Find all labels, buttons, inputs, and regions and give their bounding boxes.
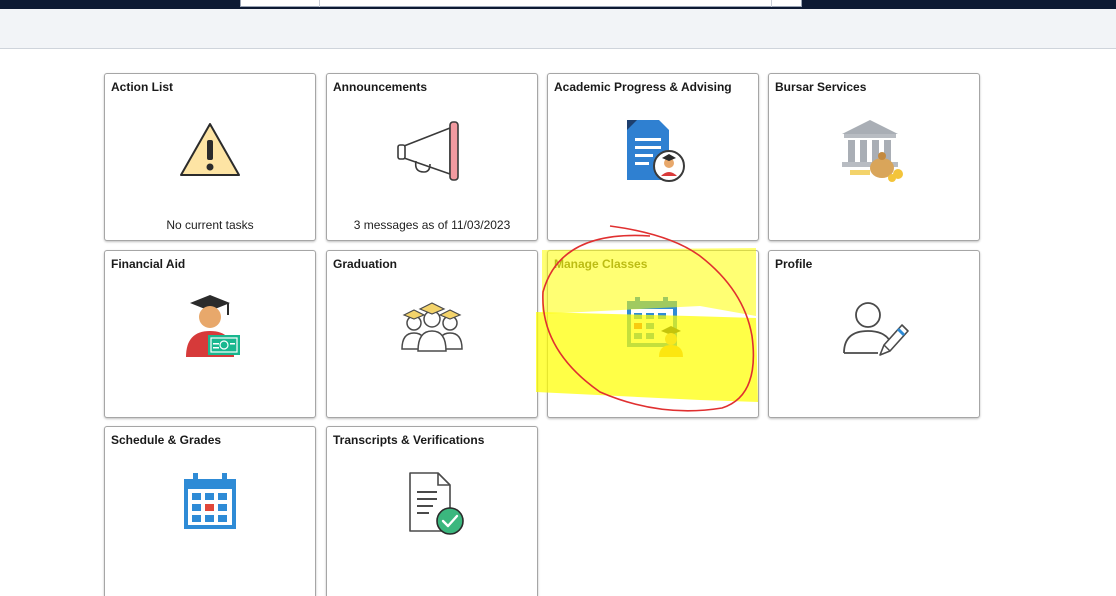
graduates-group-icon bbox=[327, 287, 537, 367]
tile-title: Manage Classes bbox=[554, 257, 648, 271]
tile-title: Schedule & Grades bbox=[111, 433, 222, 447]
document-check-icon bbox=[327, 463, 537, 543]
homepage-tile-grid: Action List No current tasks Announcemen… bbox=[0, 0, 1116, 596]
tile-graduation[interactable]: Graduation bbox=[326, 250, 538, 418]
tile-title: Announcements bbox=[333, 80, 428, 94]
megaphone-icon bbox=[327, 110, 537, 190]
tile-action-list[interactable]: Action List No current tasks bbox=[104, 73, 316, 241]
tile-academic-progress-advising[interactable]: Academic Progress & Advising bbox=[547, 73, 759, 241]
tile-transcripts-verifications[interactable]: Transcripts & Verifications bbox=[326, 426, 538, 596]
tile-title: Graduation bbox=[333, 257, 398, 271]
calendar-student-icon bbox=[548, 287, 758, 367]
tile-bursar-services[interactable]: Bursar Services bbox=[768, 73, 980, 241]
tile-schedule-grades[interactable]: Schedule & Grades bbox=[104, 426, 316, 596]
bank-money-icon bbox=[769, 110, 979, 190]
tile-announcements[interactable]: Announcements 3 messages as of 11/03/202… bbox=[326, 73, 538, 241]
person-edit-icon bbox=[769, 287, 979, 367]
tile-title: Financial Aid bbox=[111, 257, 186, 271]
tile-title: Action List bbox=[111, 80, 173, 94]
calendar-grid-icon bbox=[105, 463, 315, 543]
tile-title: Transcripts & Verifications bbox=[333, 433, 485, 447]
tile-manage-classes[interactable]: Manage Classes bbox=[547, 250, 759, 418]
tile-status-text: No current tasks bbox=[166, 218, 254, 232]
graduate-money-icon bbox=[105, 287, 315, 367]
warning-triangle-icon bbox=[105, 110, 315, 190]
tile-title: Bursar Services bbox=[775, 80, 867, 94]
tile-profile[interactable]: Profile bbox=[768, 250, 980, 418]
tile-financial-aid[interactable]: Financial Aid bbox=[104, 250, 316, 418]
tile-title: Profile bbox=[775, 257, 813, 271]
tile-status-text: 3 messages as of 11/03/2023 bbox=[353, 218, 511, 232]
tile-title: Academic Progress & Advising bbox=[554, 80, 732, 94]
advising-document-icon bbox=[548, 110, 758, 190]
